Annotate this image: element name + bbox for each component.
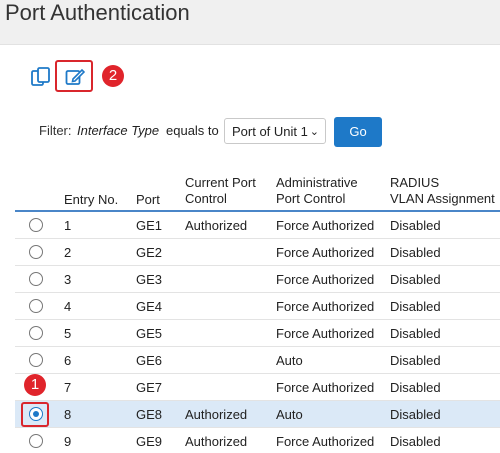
col-header-admin-line2: Port Control xyxy=(276,191,346,206)
port-cell: GE7 xyxy=(136,380,163,395)
admin-control-cell: Force Authorized xyxy=(276,434,375,449)
row-radio[interactable] xyxy=(29,353,43,367)
current-control-cell: Authorized xyxy=(185,218,248,233)
radius-cell: Disabled xyxy=(390,407,441,422)
port-auth-table: Entry No. Port Current Port Control Admi… xyxy=(15,170,500,453)
port-cell: GE1 xyxy=(136,218,163,233)
admin-control-cell: Force Authorized xyxy=(276,272,375,287)
radius-cell: Disabled xyxy=(390,353,441,368)
radius-cell: Disabled xyxy=(390,218,441,233)
radio-dot-icon xyxy=(32,410,39,417)
table-row[interactable]: 3 GE3 Force Authorized Disabled xyxy=(15,266,500,293)
entry-cell: 7 xyxy=(64,380,72,395)
col-header-radius-vlan: RADIUS VLAN Assignment xyxy=(390,175,495,207)
port-cell: GE3 xyxy=(136,272,163,287)
interface-type-select[interactable]: Port of Unit 1 ⌄ xyxy=(224,118,326,144)
col-header-port: Port xyxy=(136,192,160,207)
current-control-cell: Authorized xyxy=(185,434,248,449)
entry-cell: 3 xyxy=(64,272,72,287)
port-cell: GE4 xyxy=(136,299,163,314)
copy-settings-icon[interactable] xyxy=(30,66,52,88)
port-cell: GE6 xyxy=(136,353,163,368)
row-radio[interactable] xyxy=(29,245,43,259)
go-button[interactable]: Go xyxy=(334,117,382,147)
admin-control-cell: Auto xyxy=(276,353,303,368)
row-radio[interactable] xyxy=(29,218,43,232)
table-row[interactable]: 2 GE2 Force Authorized Disabled xyxy=(15,239,500,266)
table-row[interactable]: 4 GE4 Force Authorized Disabled xyxy=(15,293,500,320)
table-row[interactable]: 6 GE6 Auto Disabled xyxy=(15,347,500,374)
radius-cell: Disabled xyxy=(390,326,441,341)
entry-cell: 4 xyxy=(64,299,72,314)
col-header-radius-line1: RADIUS xyxy=(390,175,440,190)
admin-control-cell: Force Authorized xyxy=(276,380,375,395)
col-header-admin-port-control: Administrative Port Control xyxy=(276,175,358,207)
filter-operator-label: equals to xyxy=(166,123,219,138)
table-row[interactable]: 5 GE5 Force Authorized Disabled xyxy=(15,320,500,347)
table-header: Entry No. Port Current Port Control Admi… xyxy=(15,170,500,212)
col-header-current-port-control: Current Port Control xyxy=(185,175,256,207)
callout-badge-2: 2 xyxy=(102,65,124,87)
entry-cell: 9 xyxy=(64,434,72,449)
admin-control-cell: Force Authorized xyxy=(276,326,375,341)
entry-cell: 8 xyxy=(64,407,72,422)
table-row[interactable]: 9 GE9 Authorized Force Authorized Disabl… xyxy=(15,428,500,453)
row-radio-selected[interactable] xyxy=(29,407,43,421)
table-row[interactable]: 7 GE7 Force Authorized Disabled xyxy=(15,374,500,401)
admin-control-cell: Auto xyxy=(276,407,303,422)
filter-field-label: Interface Type xyxy=(77,123,160,138)
port-cell: GE8 xyxy=(136,407,163,422)
radius-cell: Disabled xyxy=(390,434,441,449)
callout-badge-1: 1 xyxy=(24,374,46,396)
col-header-entry: Entry No. xyxy=(64,192,119,207)
table-row-selected[interactable]: 8 GE8 Authorized Auto Disabled xyxy=(15,401,500,428)
current-control-cell: Authorized xyxy=(185,407,248,422)
radius-cell: Disabled xyxy=(390,299,441,314)
entry-cell: 6 xyxy=(64,353,72,368)
entry-cell: 2 xyxy=(64,245,72,260)
radius-cell: Disabled xyxy=(390,245,441,260)
chevron-down-icon: ⌄ xyxy=(309,126,319,138)
col-header-current-line2: Control xyxy=(185,191,227,206)
row-radio[interactable] xyxy=(29,326,43,340)
edit-button[interactable] xyxy=(55,60,93,92)
entry-cell: 1 xyxy=(64,218,72,233)
filter-label: Filter: xyxy=(39,123,72,138)
row-radio[interactable] xyxy=(29,299,43,313)
table-row[interactable]: 1 GE1 Authorized Force Authorized Disabl… xyxy=(15,212,500,239)
col-header-current-line1: Current Port xyxy=(185,175,256,190)
col-header-admin-line1: Administrative xyxy=(276,175,358,190)
interface-type-select-value: Port of Unit 1 xyxy=(232,124,308,139)
row-radio[interactable] xyxy=(29,272,43,286)
col-header-radius-line2: VLAN Assignment xyxy=(390,191,495,206)
radius-cell: Disabled xyxy=(390,380,441,395)
entry-cell: 5 xyxy=(64,326,72,341)
port-cell: GE2 xyxy=(136,245,163,260)
page-title: Port Authentication xyxy=(5,0,190,25)
row-radio[interactable] xyxy=(29,434,43,448)
edit-icon xyxy=(65,68,85,85)
port-cell: GE9 xyxy=(136,434,163,449)
admin-control-cell: Force Authorized xyxy=(276,218,375,233)
admin-control-cell: Force Authorized xyxy=(276,299,375,314)
port-cell: GE5 xyxy=(136,326,163,341)
admin-control-cell: Force Authorized xyxy=(276,245,375,260)
radius-cell: Disabled xyxy=(390,272,441,287)
title-bar: Port Authentication xyxy=(0,0,500,44)
